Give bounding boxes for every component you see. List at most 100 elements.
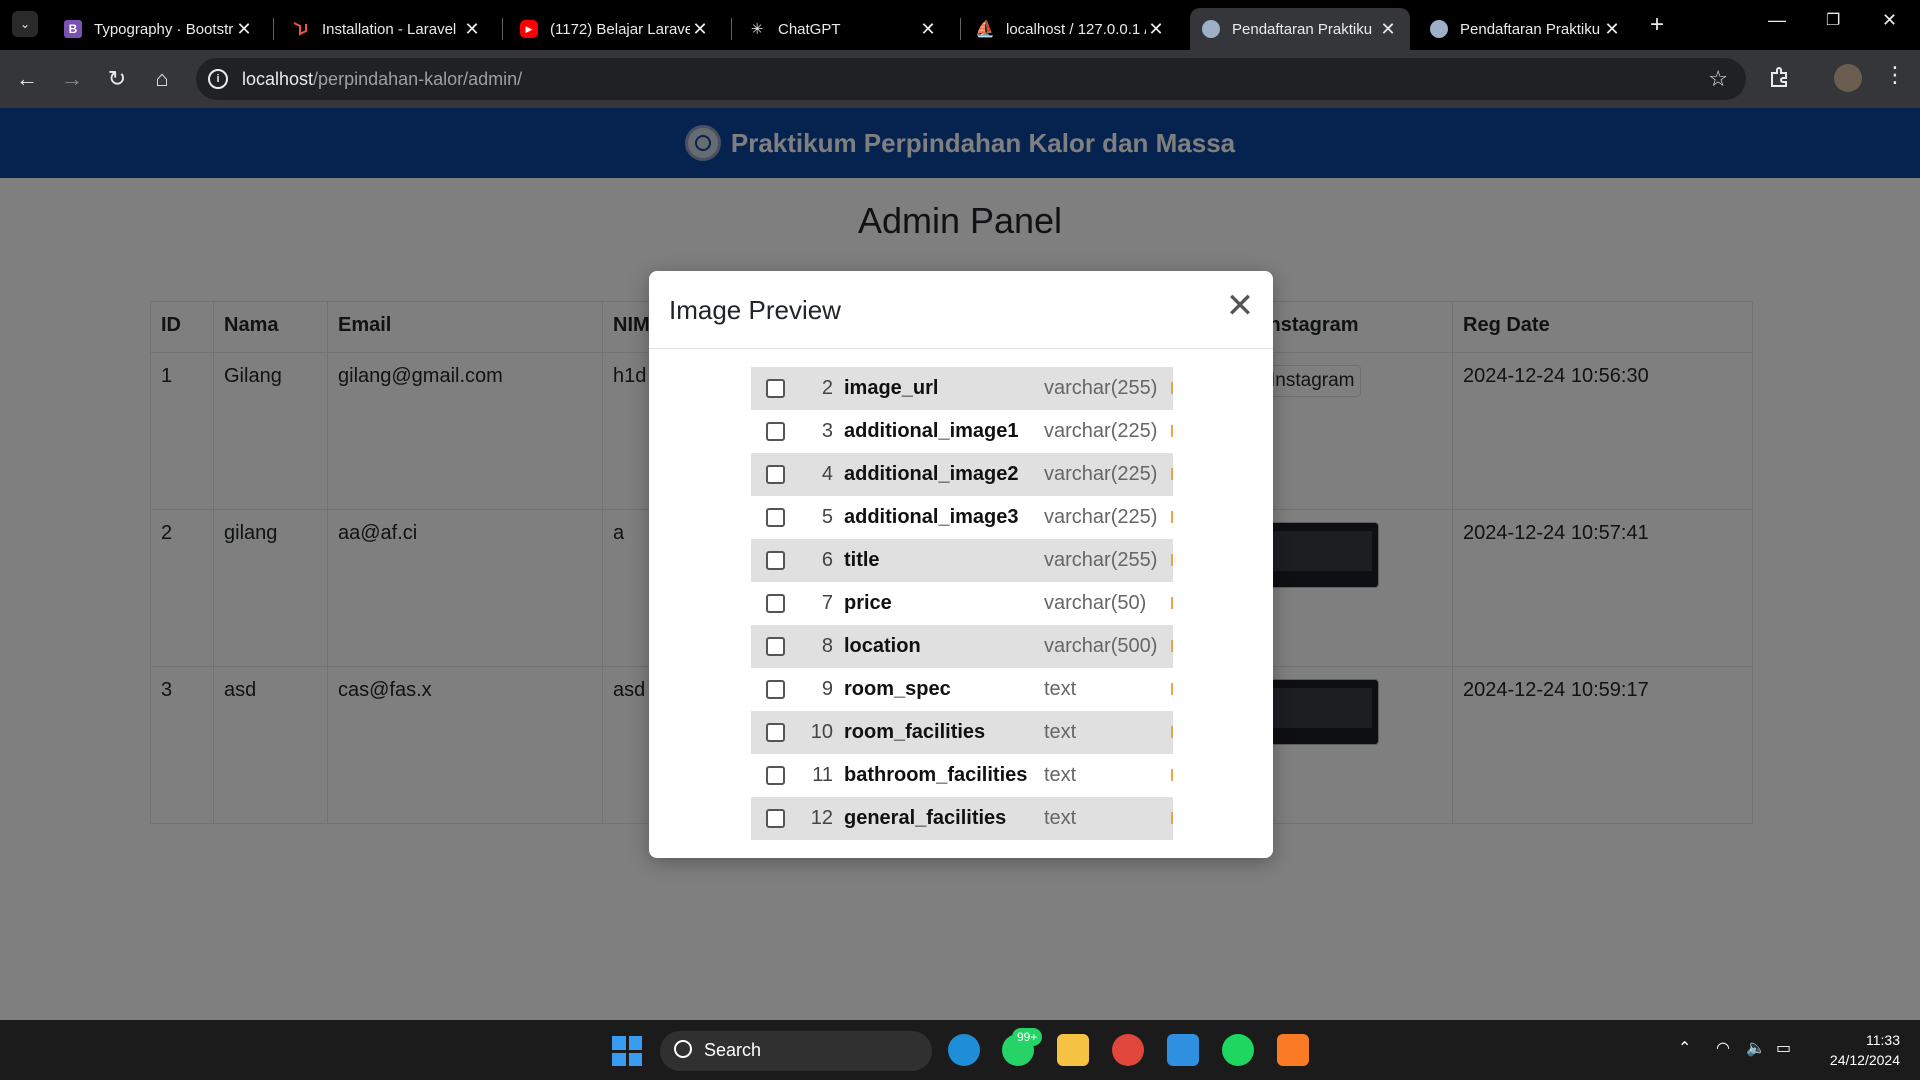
cropped-edge-mark — [1171, 812, 1173, 824]
list-item: 4 additional_image2 varchar(225) — [751, 453, 1173, 496]
taskbar-search-box[interactable]: Search — [660, 1031, 932, 1071]
row-number: 2 — [821, 377, 833, 399]
system-clock[interactable]: 11:33 24/12/2024 — [1814, 1030, 1900, 1070]
list-item: 2 image_url varchar(255) — [751, 367, 1173, 410]
column-name: additional_image3 — [844, 506, 1019, 528]
column-name: bathroom_facilities — [844, 764, 1028, 786]
new-tab-button[interactable]: + — [1650, 11, 1664, 39]
bookmark-star-icon[interactable]: ☆ — [1708, 66, 1728, 92]
list-item: 7 price varchar(50) — [751, 582, 1173, 625]
preview-image: 2 image_url varchar(255) 3 additional_image… — [751, 367, 1173, 841]
vscode-icon[interactable] — [1167, 1034, 1199, 1066]
column-type: varchar(255) — [1044, 549, 1158, 571]
xampp-icon[interactable] — [1277, 1034, 1309, 1066]
search-icon — [674, 1040, 692, 1058]
row-checkbox[interactable] — [766, 637, 785, 656]
browser-toolbar: ← → ↻ ⌂ i localhost/perpindahan-kalor/ad… — [0, 50, 1920, 108]
profile-avatar[interactable] — [1834, 64, 1862, 92]
tab-typography[interactable]: B Typography · Bootstr ✕ — [52, 8, 266, 50]
list-item: 3 additional_image1 varchar(225) — [751, 410, 1173, 453]
row-checkbox[interactable] — [766, 422, 785, 441]
row-checkbox[interactable] — [766, 508, 785, 527]
close-icon[interactable]: ✕ — [462, 19, 482, 40]
tab-laravel-installation[interactable]: Installation - Laravel ✕ — [280, 8, 494, 50]
row-number: 5 — [821, 506, 833, 528]
column-name: room_facilities — [844, 721, 986, 743]
tab-youtube[interactable]: ▶ (1172) Belajar Laravel ✕ — [508, 8, 722, 50]
reload-icon[interactable]: ↻ — [102, 64, 132, 94]
column-name: location — [844, 635, 921, 657]
row-checkbox[interactable] — [766, 594, 785, 613]
close-icon[interactable]: ✕ — [1378, 19, 1398, 40]
file-explorer-icon[interactable] — [1057, 1034, 1089, 1066]
edge-icon[interactable] — [948, 1034, 980, 1066]
tab-title: Pendaftaran Praktiku — [1460, 20, 1601, 38]
chrome-icon[interactable] — [1112, 1034, 1144, 1066]
tab-phpmyadmin[interactable]: ⛵ localhost / 127.0.0.1 / ✕ — [964, 8, 1178, 50]
back-icon[interactable]: ← — [12, 64, 42, 94]
tab-search-button[interactable]: ⌄ — [12, 11, 38, 37]
row-number: 7 — [821, 592, 833, 614]
close-icon[interactable]: ✕ — [234, 19, 254, 40]
list-item: 6 title varchar(255) — [751, 539, 1173, 582]
row-number: 4 — [821, 463, 833, 485]
row-checkbox[interactable] — [766, 465, 785, 484]
url-path: /perpindahan-kalor/admin/ — [313, 69, 523, 89]
column-type: varchar(255) — [1044, 377, 1158, 399]
cropped-edge-mark — [1171, 597, 1173, 609]
window-close-icon[interactable]: ✕ — [1882, 10, 1897, 31]
row-checkbox[interactable] — [766, 680, 785, 699]
modal-title: Image Preview — [669, 295, 841, 325]
tab-chatgpt[interactable]: ✳ ChatGPT ✕ — [736, 8, 950, 50]
extensions-icon[interactable] — [1768, 65, 1794, 91]
minimize-icon[interactable]: — — [1768, 10, 1786, 31]
wifi-icon[interactable]: ◠ — [1716, 1038, 1730, 1058]
column-name: room_spec — [844, 678, 951, 700]
column-name: additional_image2 — [844, 463, 1019, 485]
cropped-edge-mark — [1171, 468, 1173, 480]
row-checkbox[interactable] — [766, 723, 785, 742]
row-number: 8 — [821, 635, 833, 657]
row-number: 11 — [812, 764, 833, 786]
modal-close-button[interactable]: ✕ — [1223, 289, 1257, 323]
home-icon[interactable]: ⌂ — [147, 64, 177, 94]
notification-badge: 99+ — [1012, 1028, 1043, 1046]
close-icon[interactable]: ✕ — [1146, 19, 1166, 40]
phpmyadmin-icon: ⛵ — [975, 21, 995, 38]
address-bar[interactable]: i localhost/perpindahan-kalor/admin/ ☆ — [196, 58, 1746, 100]
url-host: localhost — [242, 69, 314, 89]
column-name: price — [844, 592, 892, 614]
battery-icon[interactable]: ▭ — [1776, 1038, 1791, 1058]
tab-pendaftaran-active[interactable]: Pendaftaran Praktiku ✕ — [1190, 8, 1410, 50]
volume-icon[interactable]: 🔈 — [1746, 1038, 1766, 1058]
row-checkbox[interactable] — [766, 809, 785, 828]
more-menu-icon[interactable]: ⋮ — [1884, 62, 1906, 88]
spotify-icon[interactable] — [1222, 1034, 1254, 1066]
row-checkbox[interactable] — [766, 551, 785, 570]
site-logo-icon — [1430, 20, 1448, 38]
row-checkbox[interactable] — [766, 379, 785, 398]
row-checkbox[interactable] — [766, 766, 785, 785]
clock-date: 24/12/2024 — [1829, 1052, 1900, 1068]
tab-title: Pendaftaran Praktiku — [1232, 20, 1373, 38]
column-type: varchar(225) — [1044, 420, 1158, 442]
close-icon[interactable]: ✕ — [690, 19, 710, 40]
close-icon[interactable]: ✕ — [1602, 19, 1622, 40]
show-hidden-icons-icon[interactable]: ⌃ — [1678, 1038, 1691, 1058]
list-item: 9 room_spec text — [751, 668, 1173, 711]
column-name: image_url — [844, 377, 939, 399]
forward-icon[interactable]: → — [57, 64, 87, 94]
restore-icon[interactable]: ❐ — [1826, 10, 1840, 30]
column-type: varchar(225) — [1044, 506, 1158, 528]
tab-title: (1172) Belajar Laravel — [550, 20, 690, 38]
youtube-icon: ▶ — [520, 20, 538, 38]
url-text[interactable]: localhost/perpindahan-kalor/admin/ — [242, 69, 522, 90]
tab-pendaftaran[interactable]: Pendaftaran Praktiku ✕ — [1418, 8, 1634, 50]
column-type: varchar(500) — [1044, 635, 1158, 657]
row-number: 10 — [810, 721, 833, 743]
close-icon[interactable]: ✕ — [918, 19, 938, 40]
site-info-icon[interactable]: i — [208, 69, 228, 89]
row-number: 3 — [821, 420, 833, 442]
windows-start-icon[interactable] — [612, 1036, 642, 1066]
list-item: 10 room_facilities text — [751, 711, 1173, 754]
